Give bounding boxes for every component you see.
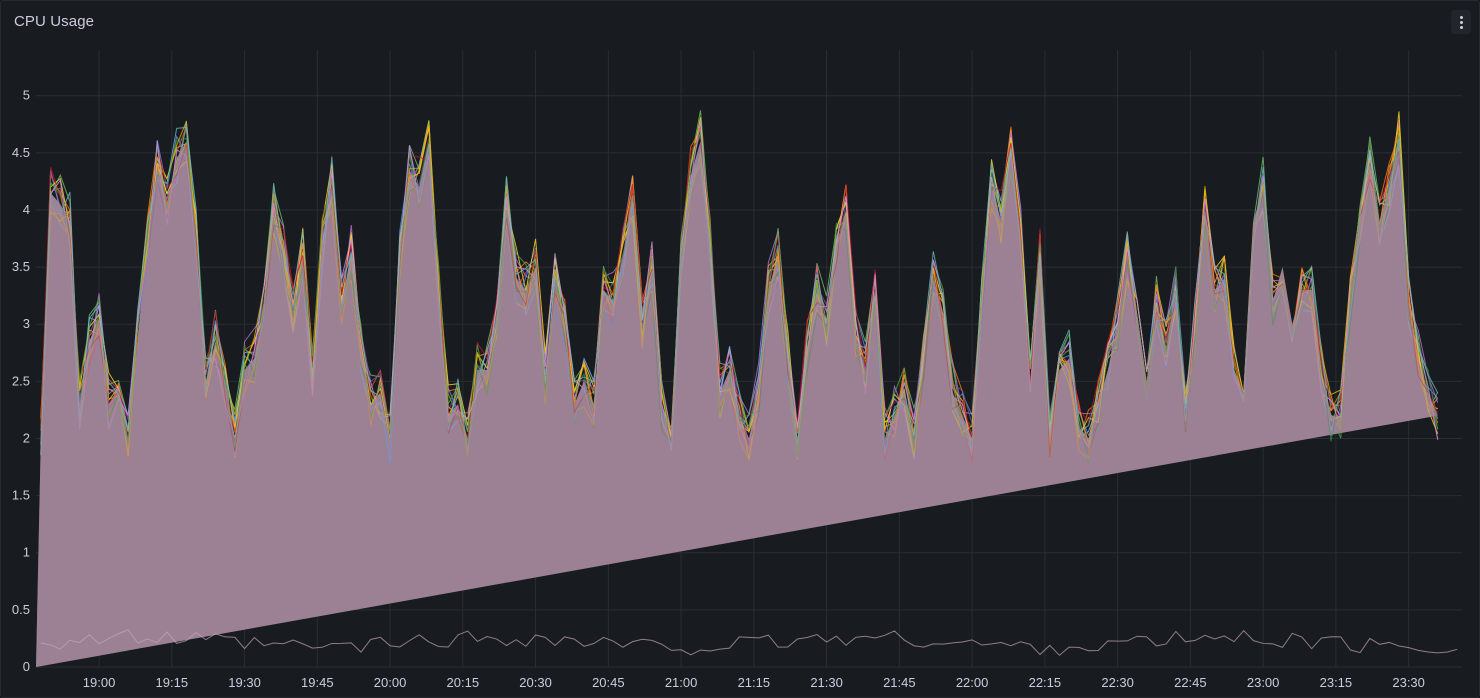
x-tick-label: 21:45 (883, 675, 916, 690)
x-tick-label: 22:00 (956, 675, 989, 690)
x-tick-label: 21:30 (810, 675, 843, 690)
x-tick-label: 19:15 (156, 675, 189, 690)
y-tick-label: 0.5 (12, 602, 30, 617)
y-tick-label: 2 (23, 430, 30, 445)
x-tick-label: 23:00 (1247, 675, 1280, 690)
y-tick-label: 1 (23, 545, 30, 560)
x-tick-label: 22:15 (1029, 675, 1062, 690)
cpu-usage-chart: 0 0.5 1 1.5 2 2.5 3 3.5 4 4.5 5 19:00 19:15 19:30 19:4… (12, 50, 1462, 690)
x-tick-label: 22:30 (1101, 675, 1134, 690)
x-tick-label: 23:30 (1392, 675, 1425, 690)
x-tick-label: 20:30 (519, 675, 552, 690)
y-tick-label: 1.5 (12, 488, 30, 503)
cpu-low-series-line (40, 629, 1458, 656)
y-tick-label: 4 (23, 202, 30, 217)
x-tick-label: 20:45 (592, 675, 625, 690)
y-tick-label: 3.5 (12, 259, 30, 274)
y-tick-label: 0 (23, 659, 30, 674)
x-tick-label: 20:15 (447, 675, 480, 690)
x-tick-label: 22:45 (1174, 675, 1207, 690)
x-tick-label: 21:00 (665, 675, 698, 690)
y-tick-label: 3 (23, 316, 30, 331)
y-tick-label: 2.5 (12, 373, 30, 388)
x-tick-label: 19:00 (83, 675, 116, 690)
x-tick-label: 23:15 (1320, 675, 1353, 690)
y-tick-label: 5 (23, 88, 30, 103)
x-tick-label: 20:00 (374, 675, 407, 690)
y-tick-label: 4.5 (12, 145, 30, 160)
x-tick-label: 19:30 (228, 675, 261, 690)
x-tick-label: 19:45 (301, 675, 334, 690)
x-tick-label: 21:15 (738, 675, 771, 690)
